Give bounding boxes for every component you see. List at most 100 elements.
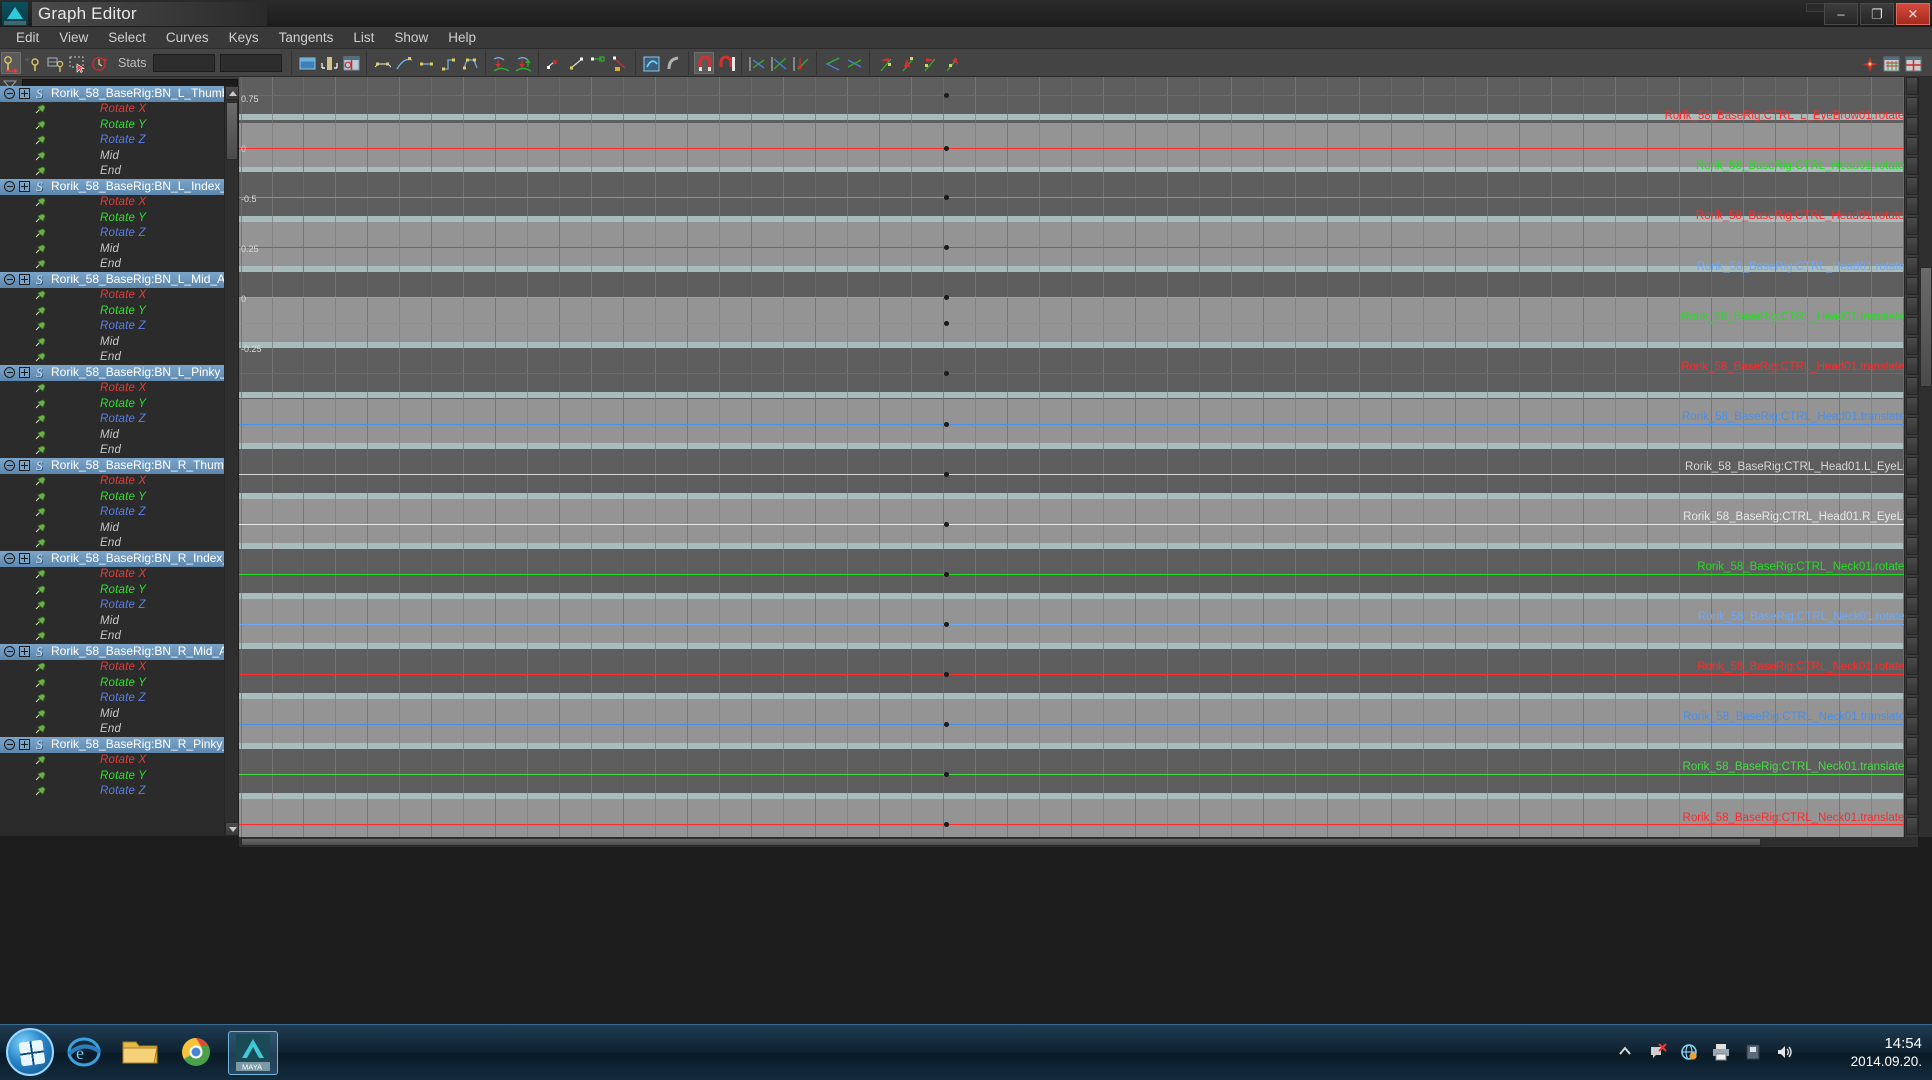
rail-button[interactable] bbox=[1906, 717, 1918, 735]
swap-buffer-curve-icon[interactable] bbox=[663, 52, 683, 74]
rail-button[interactable] bbox=[1906, 677, 1918, 695]
pin-icon[interactable] bbox=[34, 289, 48, 301]
outliner-attribute-row[interactable]: Rotate X bbox=[0, 288, 224, 304]
outliner-attribute-row[interactable]: Rotate Y bbox=[0, 768, 224, 784]
menu-keys[interactable]: Keys bbox=[219, 28, 269, 47]
isolate-curve-icon[interactable] bbox=[1859, 52, 1879, 74]
outliner-scroll-thumb[interactable] bbox=[226, 102, 238, 160]
pin-icon[interactable] bbox=[34, 351, 48, 363]
google-chrome-icon[interactable] bbox=[174, 1031, 224, 1075]
outliner-tree[interactable]: S Rorik_58_BaseRig:BN_L_Thumb_A01 Rotate X… bbox=[0, 86, 224, 836]
rail-button[interactable] bbox=[1906, 597, 1918, 615]
show-hidden-icons-icon[interactable] bbox=[1615, 1042, 1637, 1064]
pin-icon[interactable] bbox=[34, 568, 48, 580]
pin-icon[interactable] bbox=[34, 429, 48, 441]
open-dope-sheet-icon[interactable] bbox=[1903, 52, 1923, 74]
collapse-minus-icon[interactable] bbox=[4, 181, 15, 193]
pin-icon[interactable] bbox=[34, 785, 48, 797]
absolute-view-icon[interactable] bbox=[822, 52, 842, 74]
close-button[interactable]: ✕ bbox=[1896, 2, 1930, 25]
outliner-attribute-row[interactable]: Rotate Z bbox=[0, 598, 224, 614]
taskbar-clock[interactable]: 14:54 2014.09.20. bbox=[1851, 1035, 1922, 1071]
pre-infinity-cycle-icon[interactable] bbox=[491, 52, 511, 74]
pin-icon[interactable] bbox=[34, 134, 48, 146]
pin-icon[interactable] bbox=[34, 506, 48, 518]
spline-tangents-icon[interactable] bbox=[394, 52, 414, 74]
rail-button[interactable] bbox=[1906, 497, 1918, 515]
rail-button[interactable] bbox=[1906, 777, 1918, 795]
outliner-attribute-row[interactable]: End bbox=[0, 536, 224, 552]
animation-curve[interactable] bbox=[239, 524, 1918, 525]
rail-button[interactable] bbox=[1906, 517, 1918, 535]
rail-button[interactable] bbox=[1906, 277, 1918, 295]
graph-horizontal-scrollbar[interactable] bbox=[239, 837, 1918, 847]
retime-up-icon[interactable] bbox=[897, 52, 917, 74]
pin-icon[interactable] bbox=[34, 630, 48, 642]
denormalize-curves-icon[interactable] bbox=[769, 52, 789, 74]
animation-curve[interactable] bbox=[239, 624, 1918, 625]
pin-icon[interactable] bbox=[34, 212, 48, 224]
pin-icon[interactable] bbox=[34, 723, 48, 735]
renormalize-curves-icon[interactable] bbox=[791, 52, 811, 74]
menu-tangents[interactable]: Tangents bbox=[269, 28, 344, 47]
pin-icon[interactable] bbox=[34, 305, 48, 317]
retime-diagonal-icon[interactable] bbox=[941, 52, 961, 74]
expand-plus-icon[interactable] bbox=[19, 274, 30, 286]
outliner-scroll-down-button[interactable] bbox=[225, 822, 239, 836]
expand-plus-icon[interactable] bbox=[19, 553, 30, 565]
network-sharing-icon[interactable] bbox=[1679, 1042, 1701, 1064]
rail-button[interactable] bbox=[1906, 237, 1918, 255]
flat-tangents-icon[interactable] bbox=[372, 52, 392, 74]
animation-curve[interactable] bbox=[239, 824, 1918, 825]
outliner-attribute-row[interactable]: Rotate Z bbox=[0, 133, 224, 149]
snap-keys-time-icon[interactable] bbox=[693, 51, 714, 74]
outliner-attribute-row[interactable]: Rotate Y bbox=[0, 210, 224, 226]
keyframe-marker[interactable] bbox=[944, 772, 949, 777]
rail-button[interactable] bbox=[1906, 637, 1918, 655]
outliner-attribute-row[interactable]: Rotate Y bbox=[0, 396, 224, 412]
pin-icon[interactable] bbox=[34, 599, 48, 611]
keyframe-marker[interactable] bbox=[944, 195, 949, 200]
time-snap-icon[interactable] bbox=[341, 52, 361, 74]
menu-show[interactable]: Show bbox=[384, 28, 438, 47]
animation-curve[interactable] bbox=[239, 323, 1918, 324]
keyframe-marker[interactable] bbox=[944, 722, 949, 727]
rail-button[interactable] bbox=[1906, 417, 1918, 435]
rail-button[interactable] bbox=[1906, 177, 1918, 195]
outliner-attribute-row[interactable]: Rotate X bbox=[0, 753, 224, 769]
expand-plus-icon[interactable] bbox=[19, 460, 30, 472]
rail-button[interactable] bbox=[1906, 437, 1918, 455]
outliner-attribute-row[interactable]: Mid bbox=[0, 706, 224, 722]
rail-button[interactable] bbox=[1906, 817, 1918, 835]
outliner-attribute-row[interactable]: Rotate Z bbox=[0, 412, 224, 428]
pin-icon[interactable] bbox=[34, 320, 48, 332]
pin-icon[interactable] bbox=[34, 615, 48, 627]
rail-button[interactable] bbox=[1906, 557, 1918, 575]
pin-icon[interactable] bbox=[34, 584, 48, 596]
rail-button[interactable] bbox=[1906, 357, 1918, 375]
animation-curve[interactable] bbox=[239, 674, 1918, 675]
outliner-attribute-row[interactable]: Mid bbox=[0, 520, 224, 536]
linear-tangents-icon[interactable] bbox=[438, 52, 458, 74]
outliner-attribute-row[interactable]: Mid bbox=[0, 241, 224, 257]
unify-tangents-icon[interactable] bbox=[566, 52, 586, 74]
menu-edit[interactable]: Edit bbox=[6, 28, 49, 47]
rail-button[interactable] bbox=[1906, 217, 1918, 235]
rail-button[interactable] bbox=[1906, 457, 1918, 475]
outliner-attribute-row[interactable]: Mid bbox=[0, 334, 224, 350]
outliner-attribute-row[interactable]: Rotate X bbox=[0, 102, 224, 118]
outliner-attribute-row[interactable]: Rotate Z bbox=[0, 691, 224, 707]
retime-left-icon[interactable] bbox=[875, 52, 895, 74]
pin-icon[interactable] bbox=[34, 413, 48, 425]
collapse-minus-icon[interactable] bbox=[4, 646, 15, 658]
pin-icon[interactable] bbox=[34, 537, 48, 549]
add-keys-icon[interactable] bbox=[45, 52, 65, 74]
stats-field-1[interactable] bbox=[152, 53, 215, 72]
action-center-icon[interactable] bbox=[1647, 1042, 1669, 1064]
rail-button[interactable] bbox=[1906, 537, 1918, 555]
outliner-attribute-row[interactable]: Rotate X bbox=[0, 474, 224, 490]
keyframe-marker[interactable] bbox=[944, 672, 949, 677]
animation-curve[interactable] bbox=[239, 95, 1918, 96]
pin-icon[interactable] bbox=[34, 491, 48, 503]
outliner-attribute-row[interactable]: Rotate X bbox=[0, 195, 224, 211]
